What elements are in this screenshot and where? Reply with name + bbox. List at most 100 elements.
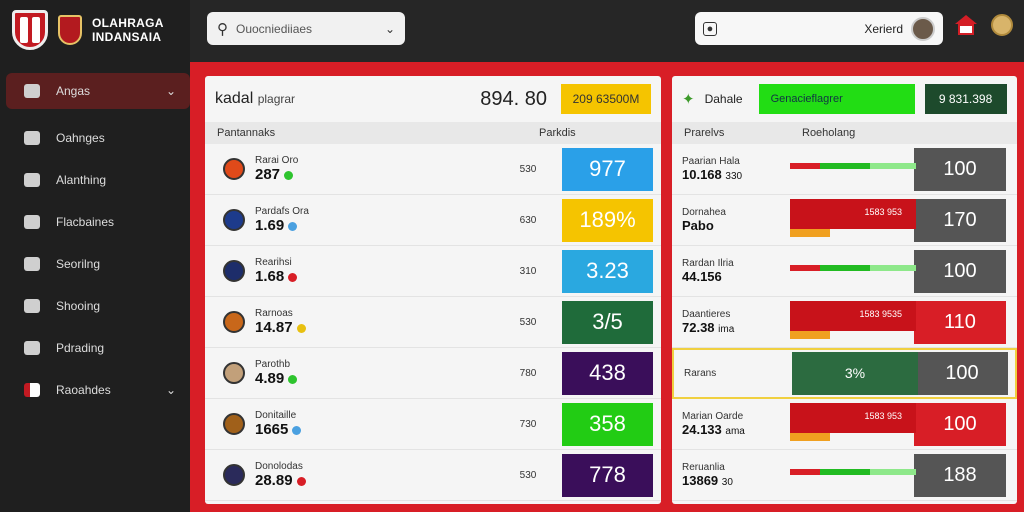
team-name: Rearihsi: [255, 257, 292, 268]
chevron-down-icon[interactable]: ⌄: [385, 22, 395, 36]
standing-team: Reruanlia 13869 30: [672, 462, 790, 488]
team-name: Rarnoas: [255, 308, 293, 319]
score-box[interactable]: 3/5: [562, 300, 653, 344]
sidebar-item-label: Flacbaines: [56, 215, 115, 229]
score-box[interactable]: 358: [562, 402, 653, 446]
match-row[interactable]: Rearihsi 1.68 310 3.23: [205, 246, 661, 297]
search-input[interactable]: Ouocniediiaes: [236, 22, 377, 36]
team-info: Rarai Oro 287: [255, 155, 508, 183]
standings-label: Dahale: [704, 92, 743, 106]
match-stat: 310: [519, 265, 537, 277]
match-row[interactable]: Rarai Oro 287 530 977: [205, 144, 661, 195]
home-icon: [24, 173, 40, 187]
team-info: Donitaille 1665: [255, 410, 508, 438]
sidebar-item-label: Oahnges: [56, 131, 105, 145]
stat-bar: 1583 953: [790, 402, 916, 446]
team-name: Marian Oarde: [682, 411, 744, 422]
points-box[interactable]: 100: [914, 147, 1006, 191]
standing-row[interactable]: Reruanlia 13869 30 188: [672, 450, 1017, 501]
team-crest-icon: [223, 464, 245, 486]
home-icon[interactable]: [955, 15, 977, 35]
flag-icon: [24, 383, 40, 397]
sidebar-item-label: Shooing: [56, 299, 101, 313]
team-crest-icon: [223, 209, 245, 231]
standing-row[interactable]: Dornahea Pabo 1583 953 170: [672, 195, 1017, 246]
status-dot: [292, 425, 302, 435]
standing-team: Paarian Hala 10.168 330: [672, 156, 790, 182]
points-box[interactable]: 100: [916, 352, 1008, 395]
standing-team: Rarans: [674, 368, 792, 379]
standings-header: ✦ Dahale Genacieflagrer 9 831.398: [672, 76, 1017, 122]
sidebar-item[interactable]: Raoahdes ⌄: [6, 369, 190, 411]
team-value: 287: [255, 166, 508, 183]
match-row[interactable]: Rarnoas 14.87 530 3/5: [205, 297, 661, 348]
sidebar-nav: Angas ⌄ Oahnges Alanthing Flacbaines Seorilng…: [6, 73, 190, 411]
brand[interactable]: OLAHRAGA INDANSAIA: [12, 8, 164, 52]
sidebar-item[interactable]: Shooing: [6, 285, 190, 327]
team-name: Rardan Ilria: [682, 258, 734, 269]
standing-row[interactable]: Paarian Hala 10.168 330 100: [672, 144, 1017, 195]
status-dot: [284, 170, 294, 180]
match-stat: 730: [519, 418, 537, 430]
standings-filter[interactable]: Genacieflagrer: [758, 84, 915, 114]
sidebar-item[interactable]: Seorilng: [6, 243, 190, 285]
team-value: 1.69: [255, 217, 508, 234]
match-row[interactable]: Pardafs Ora 1.69 630 189%: [205, 195, 661, 246]
team-value: 24.133 ama: [682, 422, 745, 437]
panel-total: 894. 80: [480, 87, 547, 110]
printer-icon: [24, 341, 40, 355]
panel-badge[interactable]: 209 63500M: [561, 84, 651, 114]
sidebar-item[interactable]: Alanthing: [6, 159, 190, 201]
standing-row[interactable]: Daantieres 72.38 ima 1583 9535 110: [672, 297, 1017, 348]
team-value: 28.89: [255, 472, 508, 489]
avatar[interactable]: [911, 16, 935, 41]
points-box[interactable]: 100: [914, 402, 1006, 446]
bar-label: 1583 953: [864, 206, 902, 217]
chevron-down-icon[interactable]: ⌄: [166, 84, 176, 98]
match-stat: 530: [519, 163, 537, 175]
score-box[interactable]: 438: [562, 351, 653, 395]
status-dot: [296, 323, 306, 333]
panel-header: kadal plagrar 894. 80 209 63500M: [205, 76, 661, 122]
lion-icon[interactable]: [991, 14, 1013, 36]
team-value: Pabo: [682, 218, 714, 233]
standing-row[interactable]: Rardan Ilria 44.156 100: [672, 246, 1017, 297]
chevron-down-icon[interactable]: ⌄: [166, 383, 176, 397]
score-box[interactable]: 778: [562, 453, 653, 497]
team-crest-icon: [223, 413, 245, 435]
user-box[interactable]: ● Xerierd: [695, 12, 943, 45]
match-row[interactable]: Donitaille 1665 730 358: [205, 399, 661, 450]
team-name: Reruanlia: [682, 462, 725, 473]
column-header: Pantannaks Parkdis: [205, 122, 661, 144]
sidebar-item[interactable]: Flacbaines: [6, 201, 190, 243]
match-row[interactable]: Donolodas 28.89 530 778: [205, 450, 661, 501]
search-icon: ⚲: [217, 20, 228, 38]
team-name: Donitaille: [255, 410, 297, 421]
sidebar-item[interactable]: Oahnges: [6, 117, 190, 159]
standings-list: Paarian Hala 10.168 330 100 Dornahea Pabo 15…: [672, 144, 1017, 501]
standings-total[interactable]: 9 831.398: [924, 84, 1007, 114]
points-box[interactable]: 100: [914, 249, 1006, 293]
points-box[interactable]: 188: [914, 453, 1006, 497]
match-row[interactable]: Parothb 4.89 780 438: [205, 348, 661, 399]
standing-row[interactable]: Marian Oarde 24.133 ama 1583 953 100: [672, 399, 1017, 450]
sidebar-item-label: Seorilng: [56, 257, 101, 271]
standing-team: Rardan Ilria 44.156: [672, 258, 790, 284]
sidebar-item[interactable]: Pdrading: [6, 327, 190, 369]
score-box[interactable]: 3.23: [562, 249, 653, 293]
points-box[interactable]: 110: [914, 300, 1006, 344]
team-info: Parothb 4.89: [255, 359, 508, 387]
sidebar-item[interactable]: Angas ⌄: [6, 73, 190, 109]
score-box[interactable]: 977: [562, 147, 653, 191]
team-name: Parothb: [255, 359, 291, 370]
stat-bar: 1583 953: [790, 198, 916, 242]
score-box[interactable]: 189%: [562, 198, 653, 242]
points-box[interactable]: 170: [914, 198, 1006, 242]
user-name: Xerierd: [864, 21, 903, 36]
status-dot: [288, 272, 298, 282]
team-name: Dornahea: [682, 207, 726, 218]
settings-icon[interactable]: ●: [703, 21, 717, 36]
standing-row[interactable]: Rarans 3% 100: [672, 348, 1017, 399]
standing-team: Daantieres 72.38 ima: [672, 309, 790, 335]
search-bar[interactable]: ⚲ Ouocniediiaes ⌄: [207, 12, 405, 45]
